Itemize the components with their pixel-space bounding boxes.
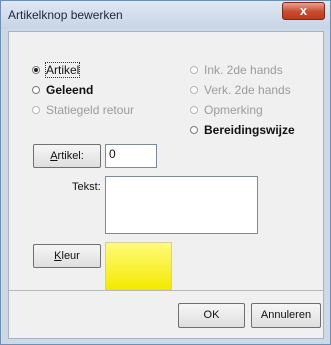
radio-indicator <box>32 86 40 94</box>
radio-indicator <box>190 86 198 94</box>
tekst-textarea[interactable] <box>105 176 258 234</box>
radio-label: Opmerking <box>204 103 263 117</box>
radio-indicator <box>190 126 198 134</box>
kleur-button-mnemonic: K <box>54 250 62 262</box>
color-swatch[interactable] <box>105 242 172 290</box>
radio-label: Geleend <box>46 83 94 97</box>
close-icon: x <box>299 3 308 18</box>
kleur-button[interactable]: Kleur <box>33 244 101 268</box>
close-button[interactable]: x <box>282 2 325 20</box>
title-bar: Artikelknop bewerken x <box>1 1 330 29</box>
radio-bereidingswijze[interactable]: Bereidingswijze <box>190 123 295 137</box>
ok-button[interactable]: OK <box>178 303 245 328</box>
radio-statiegeld-retour[interactable]: Statiegeld retour <box>32 103 134 117</box>
radio-opmerking[interactable]: Opmerking <box>190 103 263 117</box>
radio-label: Statiegeld retour <box>46 103 135 117</box>
radio-label: Bereidingswijze <box>204 123 295 137</box>
radio-artikel[interactable]: Artikel <box>32 62 81 78</box>
dialog-footer: OK Annuleren <box>9 291 323 338</box>
radio-indicator <box>32 106 40 114</box>
ok-button-label: OK <box>203 309 220 321</box>
artikel-number-value: 0 <box>109 147 116 161</box>
radio-verk-2de-hands[interactable]: Verk. 2de hands <box>190 83 291 97</box>
radio-ink-2de-hands[interactable]: Ink. 2de hands <box>190 63 283 77</box>
kleur-button-label: leur <box>61 250 80 262</box>
radio-indicator <box>190 66 198 74</box>
radio-indicator <box>32 66 40 74</box>
radio-geleend[interactable]: Geleend <box>32 83 93 97</box>
artikel-button[interactable]: Artikel: <box>33 144 101 168</box>
artikel-button-label: rtikel: <box>57 150 84 162</box>
cancel-button-label: Annuleren <box>260 309 312 321</box>
artikel-button-mnemonic: A <box>50 150 58 162</box>
radio-label: Verk. 2de hands <box>204 83 291 97</box>
dialog-body: Artikel Geleend Statiegeld retour Ink. 2… <box>8 31 324 339</box>
tekst-label: Tekst: <box>72 181 101 193</box>
window-title: Artikelknop bewerken <box>8 8 123 22</box>
dialog-window: Artikelknop bewerken x Artikel Geleend S… <box>0 0 331 345</box>
cancel-button[interactable]: Annuleren <box>251 303 321 328</box>
radio-label: Artikel <box>44 62 81 78</box>
artikel-number-input[interactable]: 0 <box>105 144 157 168</box>
radio-label: Ink. 2de hands <box>204 63 283 77</box>
radio-indicator <box>190 106 198 114</box>
